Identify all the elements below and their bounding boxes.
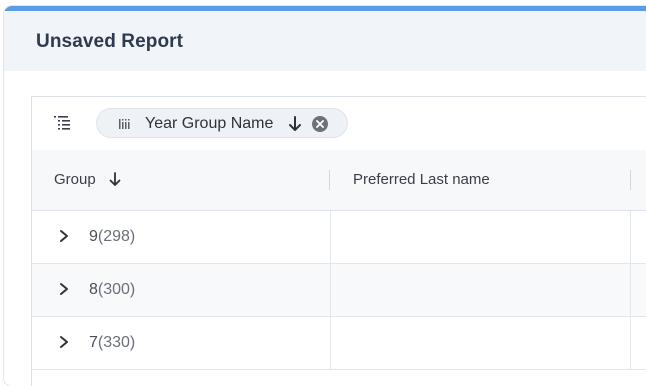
- group-count: (298): [97, 228, 136, 245]
- group-cell: 9(298): [89, 228, 135, 246]
- chevron-right-icon[interactable]: [56, 227, 72, 245]
- cell-divider: [330, 317, 331, 369]
- group-count: (330): [97, 334, 136, 351]
- column-header-preferred-last-name[interactable]: Preferred Last name: [331, 150, 631, 210]
- group-value: 9: [89, 228, 98, 245]
- row-group-chip[interactable]: Year Group Name: [96, 108, 348, 138]
- remove-group-icon[interactable]: [311, 115, 329, 133]
- group-row[interactable]: 8(300): [32, 264, 646, 317]
- chevron-right-icon[interactable]: [56, 333, 72, 351]
- chevron-right-icon[interactable]: [56, 280, 72, 298]
- row-group-chip-label: Year Group Name: [145, 115, 274, 132]
- report-header: Unsaved Report: [4, 11, 646, 71]
- column-resize-handle[interactable]: [329, 170, 330, 190]
- data-grid: Year Group Name Group Preferred Last nam…: [31, 96, 646, 386]
- cell-divider: [330, 264, 331, 316]
- cell-divider: [630, 264, 631, 316]
- column-header-label: Group: [54, 171, 96, 188]
- group-value: 7: [89, 334, 98, 351]
- column-header-group[interactable]: Group: [32, 150, 330, 210]
- group-row[interactable]: 7(330): [32, 317, 646, 370]
- report-title: Unsaved Report: [36, 31, 184, 52]
- sort-descending-icon: [108, 170, 122, 188]
- list-menu-icon: [54, 116, 70, 130]
- cell-divider: [330, 211, 331, 263]
- grid-body: 9(298) 8(300) 7(330): [32, 211, 646, 370]
- column-menu-button[interactable]: [52, 113, 74, 133]
- group-cell: 7(330): [89, 334, 135, 352]
- group-row[interactable]: 9(298): [32, 211, 646, 264]
- column-header-label: Preferred Last name: [353, 171, 490, 188]
- cell-divider: [630, 211, 631, 263]
- group-value: 8: [89, 281, 98, 298]
- cell-divider: [630, 317, 631, 369]
- report-card: Unsaved Report Year Group Name Group Pre…: [4, 6, 646, 386]
- group-cell: 8(300): [89, 281, 135, 299]
- drag-handle-icon[interactable]: [117, 117, 133, 131]
- grid-toolbar: Year Group Name: [32, 97, 646, 151]
- grid-header-row: Group Preferred Last name: [32, 150, 646, 211]
- column-resize-handle[interactable]: [630, 170, 631, 190]
- sort-descending-icon[interactable]: [287, 115, 303, 133]
- group-count: (300): [97, 281, 136, 298]
